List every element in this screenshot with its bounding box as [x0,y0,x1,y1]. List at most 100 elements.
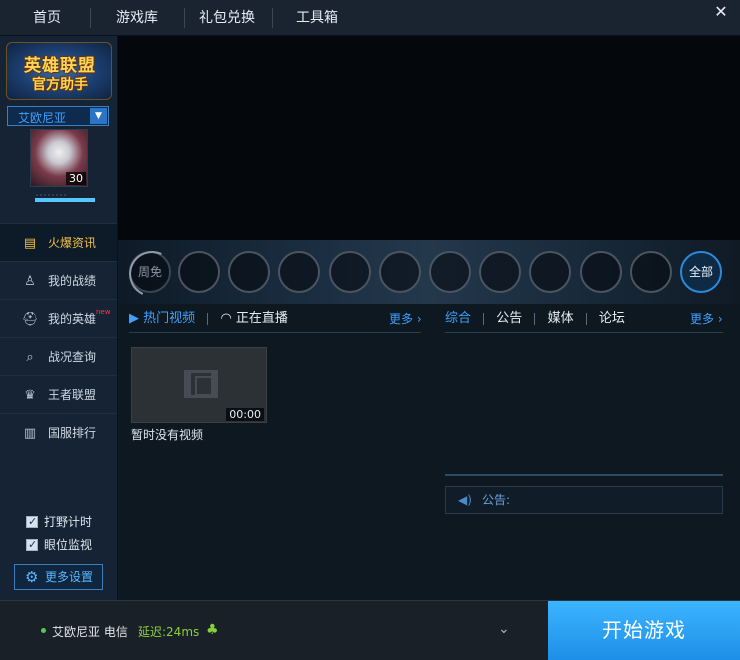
sidebar-item-label: 我的战绩 [48,274,97,288]
news-more-link[interactable]: 更多 › [690,306,723,332]
sidebar-item-label: 王者联盟 [48,388,97,402]
all-heroes-button[interactable]: 全部 [680,251,722,293]
announcement-label: 公告: [482,493,511,507]
more-settings-button[interactable]: ⚙ 更多设置 [14,564,103,590]
hero-slot[interactable] [379,251,421,293]
search-icon: ⌕ [26,350,34,365]
avatar[interactable]: 30 [30,129,88,187]
logo-subtitle: 官方助手 [32,77,88,93]
sidebar-item-king-league[interactable]: ♛ 王者联盟 [0,375,117,413]
video-tabs: ▶ 热门视频 ◠ 正在直播 [129,306,288,332]
film-icon [184,370,218,398]
level-badge: 30 [66,172,86,185]
gear-icon: ⚙ [25,568,39,586]
sidebar-menu: ▤ 火爆资讯 ♙ 我的战绩 ⛑ 我的英雄 new ⌕ 战况查询 ♛ 王者联盟 ▥… [0,223,117,451]
latency-readout: 延迟:24ms [138,625,200,639]
server-select-value: 艾欧尼亚 [18,111,67,125]
hero-slot[interactable] [228,251,270,293]
new-badge: new [96,308,111,316]
hero-slot[interactable] [429,251,471,293]
news-more-label: 更多 [690,312,715,326]
news-tabs: 综合 公告 媒体 论坛 [445,306,625,332]
no-video-text: 暂时没有视频 [131,428,204,442]
sidebar: 英雄联盟 官方助手 艾欧尼亚 ▼ 30 ▤ 火爆资讯 ♙ 我的战绩 ⛑ 我的英雄… [0,36,118,600]
hero-slot[interactable] [329,251,371,293]
tab-news-announcement[interactable]: 公告 [496,311,522,326]
video-duration: 00:00 [226,408,264,421]
status-dot-icon [41,628,46,633]
more-settings-label: 更多设置 [45,570,94,584]
server-status: 艾欧尼亚 电信 [52,625,128,639]
tab-home[interactable]: 首页 [18,0,76,36]
sidebar-item-label: 国服排行 [48,426,97,440]
sidebar-item-my-record[interactable]: ♙ 我的战绩 [0,261,117,299]
chevron-right-icon: › [714,312,723,326]
app-logo: 英雄联盟 官方助手 [6,42,112,100]
chevron-right-icon: › [413,312,422,326]
sidebar-item-label: 我的英雄 [48,312,97,326]
tab-live-label: 正在直播 [235,311,288,326]
close-icon[interactable]: ✕ [712,3,730,21]
logo-title: 英雄联盟 [24,56,96,76]
checkbox-label: 打野计时 [44,515,93,529]
tab-hot-videos-label: 热门视频 [143,311,196,326]
video-thumbnail[interactable]: 00:00 [131,347,267,423]
tab-news-general[interactable]: 综合 [445,311,471,326]
checkbox-label: 眼位监视 [44,538,93,552]
video-camera-icon: ▶ [129,311,139,326]
checkbox-checked-icon [26,514,38,530]
tab-divider [585,312,587,325]
hero-slot[interactable] [278,251,320,293]
hero-slot[interactable] [580,251,622,293]
ward-monitor-checkbox[interactable]: 眼位监视 [26,537,92,553]
jungle-timer-checkbox[interactable]: 打野计时 [26,514,92,530]
crown-icon: ♛ [24,388,36,403]
speaker-icon: ◀) [458,493,472,507]
tab-divider [534,312,536,325]
sidebar-item-news[interactable]: ▤ 火爆资讯 [0,223,117,261]
hero-slot[interactable] [529,251,571,293]
chevron-down-icon[interactable]: ▼ [90,108,107,124]
sidebar-item-my-heroes[interactable]: ⛑ 我的英雄 new [0,299,117,337]
tab-news-forum[interactable]: 论坛 [599,311,625,326]
nav-divider [90,8,91,28]
tab-divider [483,312,485,325]
tab-toolbox[interactable]: 工具箱 [284,0,350,36]
sidebar-item-battle-search[interactable]: ⌕ 战况查询 [0,337,117,375]
server-select[interactable]: 艾欧尼亚 ▼ [7,106,109,126]
user-icon: ♙ [24,274,36,289]
videos-more-link[interactable]: 更多 › [389,306,422,332]
sidebar-item-label: 火爆资讯 [48,236,97,250]
sidebar-item-ranking[interactable]: ▥ 国服排行 [0,413,117,451]
hero-slot[interactable] [630,251,672,293]
tab-game-library[interactable]: 游戏库 [104,0,170,36]
announcement-bar[interactable]: ◀) 公告: [445,486,723,514]
tab-hot-videos[interactable]: ▶ 热门视频 [129,311,199,326]
signal-icon: ♣ [206,622,219,638]
headphones-icon: ◠ [220,311,232,326]
player-name-placeholder [36,194,66,197]
hero-slot[interactable] [479,251,521,293]
nav-divider [272,8,273,28]
tab-gift-redeem[interactable]: 礼包兑换 [192,0,262,36]
checkbox-checked-icon [26,537,38,553]
tab-news-media[interactable]: 媒体 [548,311,574,326]
news-divider [445,474,723,476]
hero-slot[interactable] [178,251,220,293]
sidebar-item-label: 战况查询 [48,350,97,364]
videos-more-label: 更多 [389,312,414,326]
news-tabs-underline [445,332,723,333]
tab-live[interactable]: ◠ 正在直播 [220,311,288,326]
chevron-down-icon[interactable]: ⌄ [498,621,510,637]
news-icon: ▤ [23,236,37,251]
tab-divider [207,312,209,325]
helmet-icon: ⛑ [22,312,39,327]
free-week-label: 周免 [129,251,171,293]
top-nav: 首页 游戏库 礼包兑换 工具箱 ✕ [0,0,740,36]
nav-divider [184,8,185,28]
bar-chart-icon: ▥ [23,426,37,441]
video-tabs-underline [129,332,421,333]
banner-area[interactable] [118,36,740,240]
start-game-button[interactable]: 开始游戏 [548,601,740,660]
experience-bar [35,198,95,202]
